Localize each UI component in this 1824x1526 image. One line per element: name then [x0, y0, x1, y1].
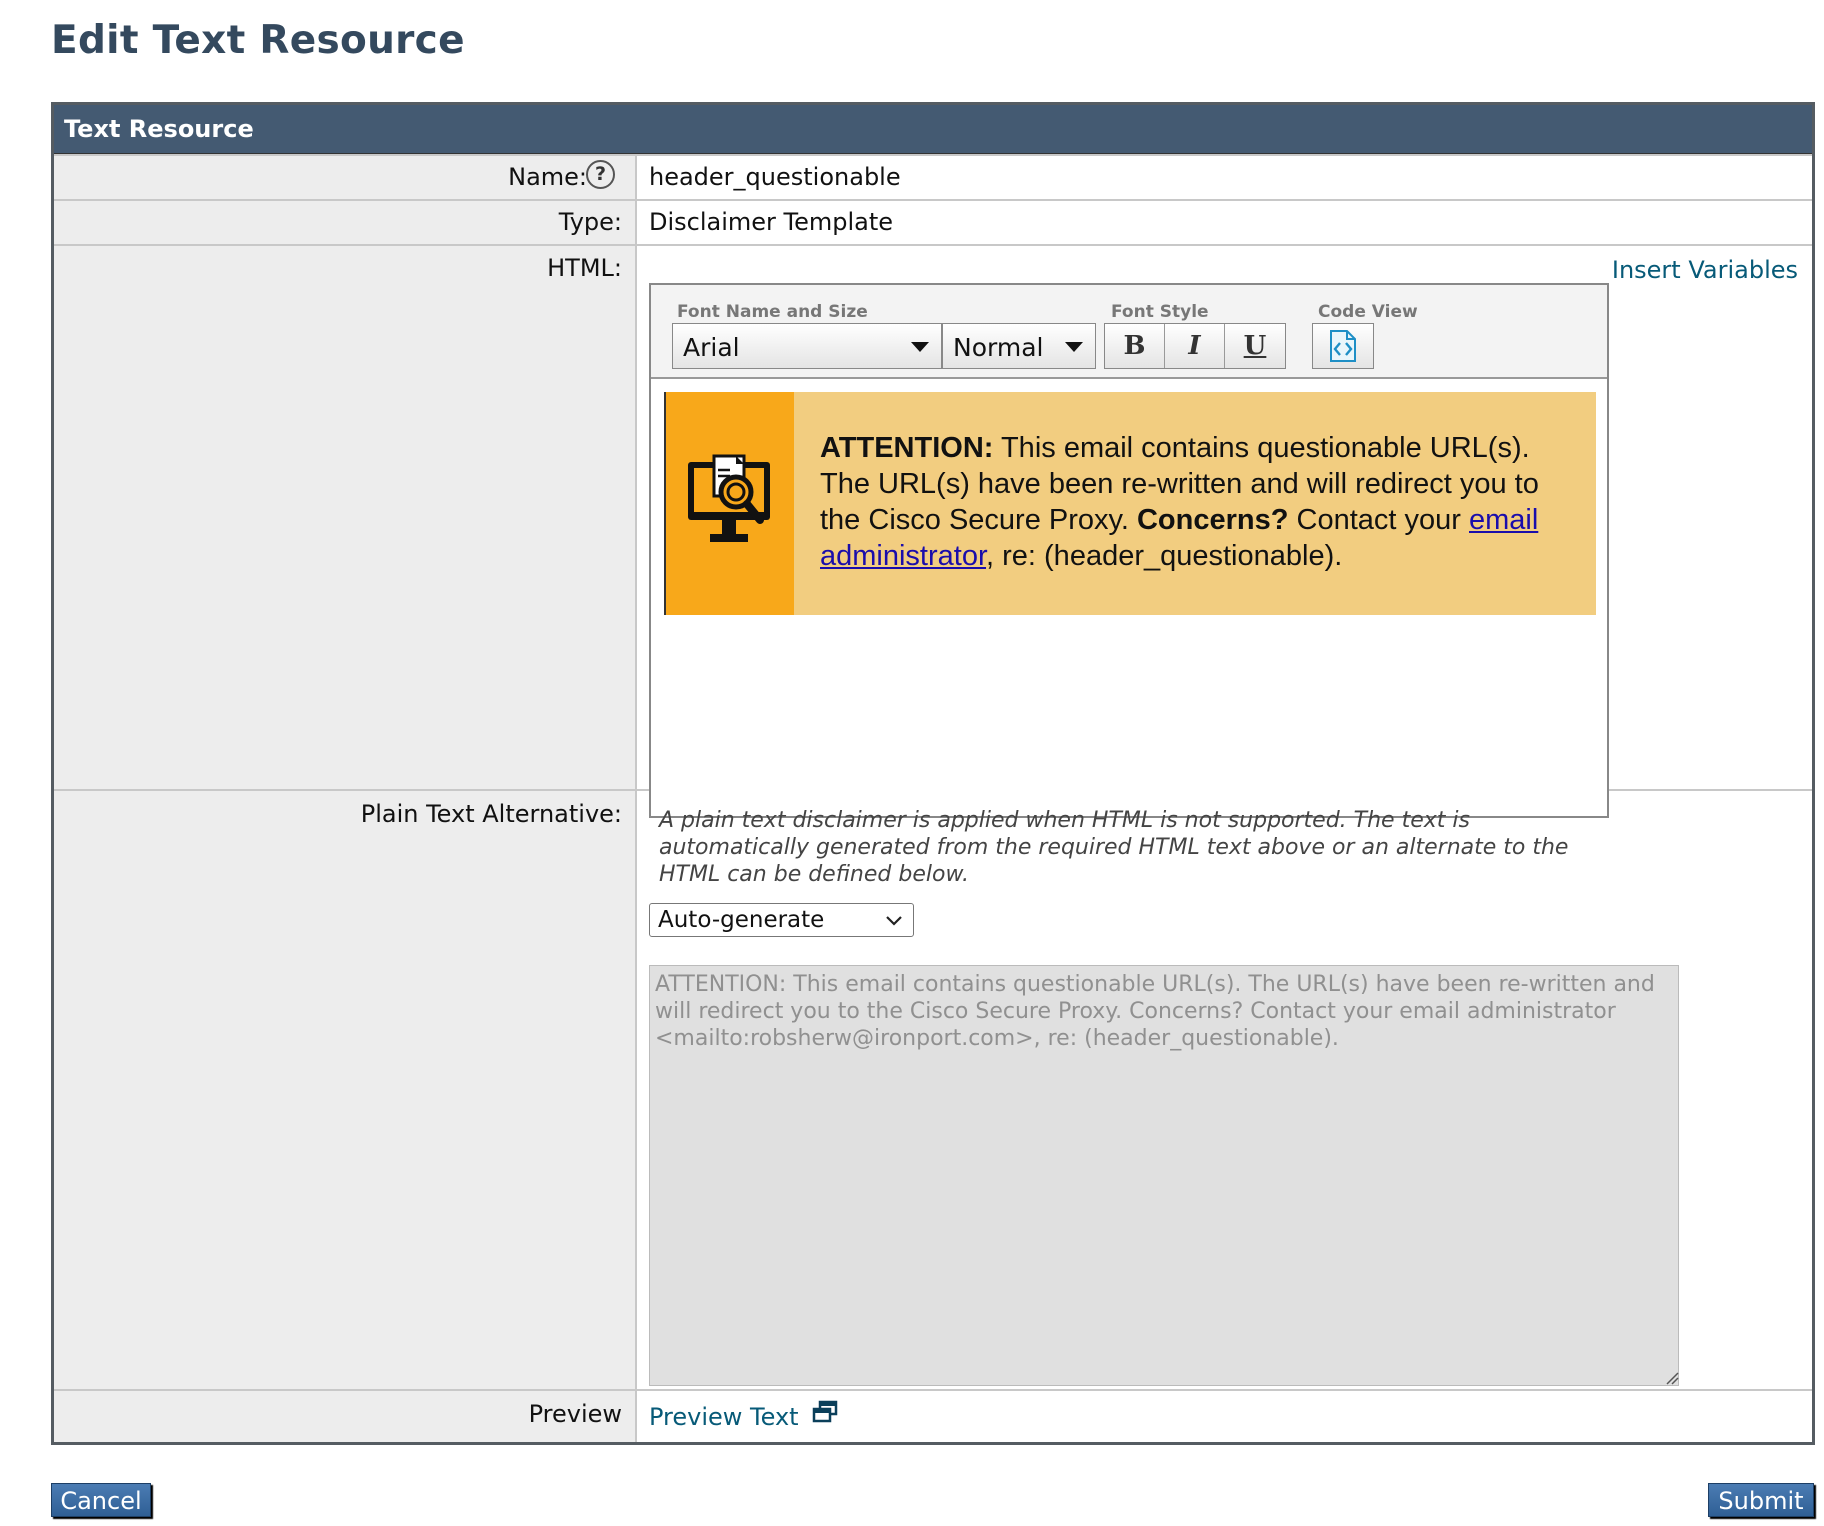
italic-button[interactable]: I — [1165, 324, 1225, 368]
bold-button[interactable]: B — [1105, 324, 1165, 368]
name-row: Name: ? header_questionable — [54, 154, 1812, 199]
plain-text-label-cell: Plain Text Alternative: — [54, 791, 637, 1389]
plain-text-label: Plain Text Alternative: — [360, 800, 622, 828]
preview-value-cell: Preview Text — [637, 1391, 1812, 1442]
html-label: HTML: — [547, 254, 622, 282]
plain-text-hint: A plain text disclaimer is applied when … — [659, 808, 1569, 887]
editor-toolbar: Font Name and Size Font Style Code View … — [651, 285, 1607, 379]
plain-text-area[interactable]: ATTENTION: This email contains questiona… — [649, 965, 1679, 1386]
code-view-label: Code View — [1318, 302, 1418, 322]
submit-button[interactable]: Submit — [1708, 1483, 1814, 1517]
html-editor[interactable]: Font Name and Size Font Style Code View … — [649, 283, 1609, 818]
name-label: Name: — [508, 163, 587, 191]
html-row: HTML: Insert Variables Font Name and Siz… — [54, 244, 1812, 818]
popup-window-icon[interactable] — [812, 1400, 838, 1424]
font-name-size-label: Font Name and Size — [677, 302, 868, 322]
disclaimer-banner: ATTENTION: This email contains questiona… — [664, 392, 1596, 615]
cancel-button[interactable]: Cancel — [51, 1483, 151, 1517]
name-label-cell: Name: ? — [54, 156, 637, 199]
resize-handle-icon[interactable] — [1665, 1371, 1679, 1385]
html-value-cell: Insert Variables Font Name and Size Font… — [637, 246, 1812, 818]
type-value: Disclaimer Template — [649, 208, 894, 236]
plain-text-row: Plain Text Alternative: A plain text dis… — [54, 789, 1812, 1389]
preview-row: Preview Preview Text — [54, 1389, 1812, 1442]
font-style-label: Font Style — [1111, 302, 1209, 322]
code-view-icon — [1330, 330, 1356, 362]
banner-icon-column — [664, 392, 794, 615]
banner-attention: ATTENTION: — [820, 432, 994, 464]
font-name-value: Arial — [683, 333, 740, 362]
type-row: Type: Disclaimer Template — [54, 199, 1812, 244]
code-view-button[interactable] — [1312, 323, 1374, 369]
plain-text-mode-select[interactable]: Auto-generate — [649, 903, 914, 937]
computer-inspection-icon — [688, 454, 770, 542]
html-label-cell: HTML: — [54, 246, 637, 789]
text-resource-panel: Text Resource Name: ? header_questionabl… — [51, 102, 1815, 1445]
type-label: Type: — [558, 208, 622, 236]
banner-text-part2: Contact your — [1288, 504, 1469, 536]
select-value: Auto-generate — [658, 907, 825, 933]
chevron-down-icon — [1065, 342, 1083, 352]
preview-text-link[interactable]: Preview Text — [649, 1403, 799, 1431]
font-size-dropdown[interactable]: Normal — [942, 323, 1096, 369]
insert-variables-link[interactable]: Insert Variables — [1612, 256, 1798, 284]
banner-text: ATTENTION: This email contains questiona… — [794, 392, 1596, 615]
banner-text-part3: , re: (header_questionable). — [986, 540, 1343, 572]
underline-button[interactable]: U — [1225, 324, 1285, 368]
chevron-down-icon — [911, 342, 929, 352]
chevron-down-icon — [886, 916, 902, 926]
name-value: header_questionable — [649, 163, 901, 191]
banner-concerns: Concerns? — [1136, 504, 1289, 536]
font-style-group: B I U — [1104, 323, 1286, 369]
preview-label: Preview — [528, 1400, 622, 1428]
type-value-cell: Disclaimer Template — [637, 201, 1812, 244]
type-label-cell: Type: — [54, 201, 637, 244]
font-name-dropdown[interactable]: Arial — [672, 323, 942, 369]
help-icon[interactable]: ? — [586, 160, 615, 189]
plain-text-value-cell: A plain text disclaimer is applied when … — [637, 791, 1812, 1389]
page-title: Edit Text Resource — [51, 18, 465, 63]
name-value-cell: header_questionable — [637, 156, 1812, 199]
preview-label-cell: Preview — [54, 1391, 637, 1442]
font-size-value: Normal — [953, 333, 1044, 362]
panel-header: Text Resource — [54, 105, 1812, 154]
